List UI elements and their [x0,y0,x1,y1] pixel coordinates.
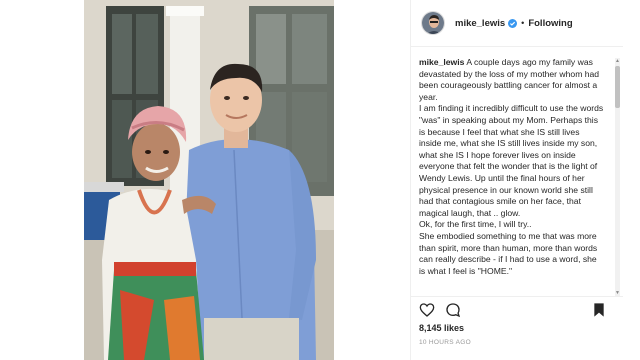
scroll-thumb[interactable] [615,66,620,108]
following-button[interactable]: Following [528,18,572,29]
heart-icon[interactable] [419,302,435,318]
caption-line: Ok, for the first time, I will try.. [419,219,532,230]
caption-username[interactable]: mike_lewis [419,57,464,67]
post-username[interactable]: mike_lewis [455,18,505,29]
post-photo-image [84,0,334,360]
scroll-up-arrow-icon[interactable]: ▲ [615,58,620,64]
caption-line: I am finding it incredibly difficult to … [419,103,604,218]
caption-scroll-area[interactable]: mike_lewis A couple days ago my family w… [411,48,623,295]
avatar[interactable] [421,11,445,35]
verified-badge-icon [508,18,518,28]
likes-count[interactable]: 8,145 likes [419,323,464,333]
post-actions [411,296,623,322]
header-separator: • [521,18,525,28]
post-photo[interactable] [84,0,334,360]
caption-line: She embodied something to me that was mo… [419,230,598,276]
post-timestamp[interactable]: 10 HOURS AGO [419,339,471,346]
caption: mike_lewis A couple days ago my family w… [411,48,616,277]
post-side-panel: mike_lewis • Following mike_lewis A coup… [410,0,623,360]
avatar-image [422,12,444,34]
comment-bubble-icon[interactable] [445,302,461,318]
post-header: mike_lewis • Following [411,0,623,47]
bookmark-icon[interactable] [591,302,607,318]
caption-line: mike_lewis A couple days ago my family w… [419,57,604,103]
caption-scrollbar[interactable]: ▲ ▼ [615,58,620,296]
